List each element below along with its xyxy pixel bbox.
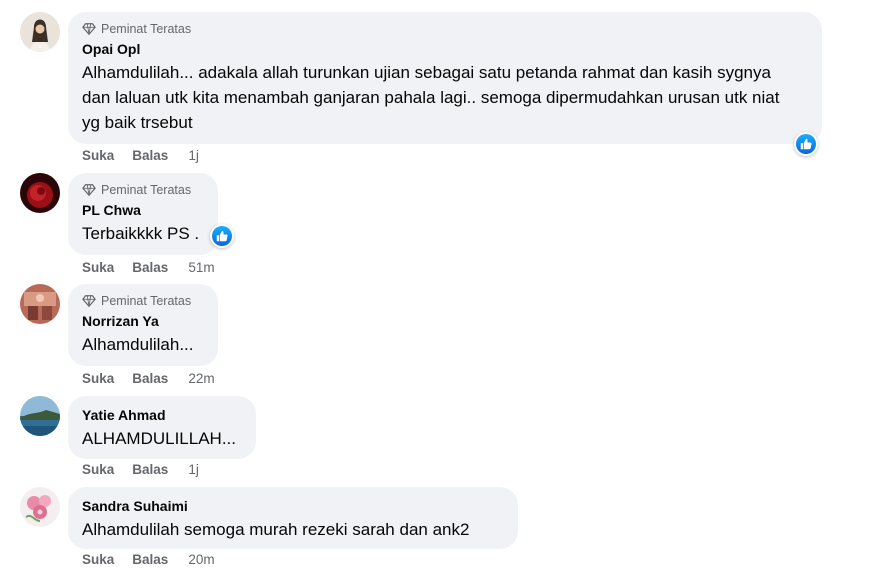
diamond-icon [82,295,96,308]
like-link[interactable]: Suka [82,371,114,386]
comment-actions: Suka Balas 1j [82,148,217,163]
avatar[interactable] [20,487,60,527]
timestamp[interactable]: 51m [188,260,214,275]
comment-text: Alhamdulilah semoga murah rezeki sarah d… [82,520,470,539]
comment-item: Peminat Teratas PL Chwa Terbaikkkk PS . … [20,173,320,283]
badge-label: Peminat Teratas [101,294,192,308]
comment-actions: Suka Balas 20m [82,552,233,567]
like-thumb-icon [216,230,228,242]
reply-link[interactable]: Balas [132,148,168,163]
timestamp[interactable]: 1j [188,462,199,477]
badge-label: Peminat Teratas [101,183,192,197]
commenter-name[interactable]: Opai Opl [82,40,808,58]
badge-label: Peminat Teratas [101,22,192,36]
commenter-name[interactable]: Sandra Suhaimi [82,497,504,515]
like-thumb-icon [800,138,812,150]
comment-bubble: Peminat Teratas Norrizan Ya Alhamdulilah… [68,284,218,366]
reaction-badge[interactable] [210,224,234,248]
commenter-name[interactable]: Yatie Ahmad [82,406,242,424]
top-fan-badge: Peminat Teratas [82,20,808,38]
timestamp[interactable]: 1j [188,148,199,163]
comment-item: Sandra Suhaimi Alhamdulilah semoga murah… [20,487,540,570]
comment-actions: Suka Balas 51m [82,260,233,275]
avatar[interactable] [20,284,60,324]
reply-link[interactable]: Balas [132,371,168,386]
reply-link[interactable]: Balas [132,260,168,275]
timestamp[interactable]: 20m [188,552,214,567]
like-link[interactable]: Suka [82,462,114,477]
diamond-icon [82,184,96,197]
comment-text: Terbaikkkk PS . [82,224,200,243]
commenter-name[interactable]: Norrizan Ya [82,312,204,330]
comment-bubble: Peminat Teratas Opai Opl Alhamdulilah...… [68,12,822,144]
comment-bubble: Sandra Suhaimi Alhamdulilah semoga murah… [68,487,518,549]
like-link[interactable]: Suka [82,148,114,163]
comment-item: Yatie Ahmad ALHAMDULILLAH... Suka Balas … [20,396,320,486]
timestamp[interactable]: 22m [188,371,214,386]
like-link[interactable]: Suka [82,260,114,275]
comment-text: Alhamdulilah... adakala allah turunkan u… [82,63,780,132]
commenter-name[interactable]: PL Chwa [82,201,204,219]
diamond-icon [82,23,96,36]
reply-link[interactable]: Balas [132,462,168,477]
like-link[interactable]: Suka [82,552,114,567]
avatar[interactable] [20,12,60,52]
comment-actions: Suka Balas 1j [82,462,217,477]
reaction-badge[interactable] [794,132,818,156]
comment-text: Alhamdulilah... [82,335,194,354]
comment-item: Peminat Teratas Opai Opl Alhamdulilah...… [20,12,830,172]
avatar[interactable] [20,396,60,436]
comment-actions: Suka Balas 22m [82,371,233,386]
reply-link[interactable]: Balas [132,552,168,567]
top-fan-badge: Peminat Teratas [82,292,204,310]
top-fan-badge: Peminat Teratas [82,181,204,199]
comment-bubble: Yatie Ahmad ALHAMDULILLAH... [68,396,256,459]
comment-text: ALHAMDULILLAH... [82,429,236,448]
comment-bubble: Peminat Teratas PL Chwa Terbaikkkk PS . [68,173,218,255]
avatar[interactable] [20,173,60,213]
comment-item: Peminat Teratas Norrizan Ya Alhamdulilah… [20,284,320,394]
